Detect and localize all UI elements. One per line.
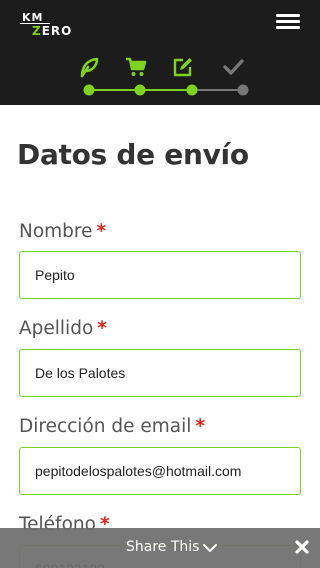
progress-step-dot bbox=[134, 84, 146, 96]
apellido-label: Apellido * bbox=[19, 318, 107, 339]
progress-step-dot bbox=[186, 84, 198, 96]
nombre-input[interactable] bbox=[19, 251, 301, 299]
menu-line bbox=[276, 20, 300, 23]
logo-zero-text: ZERO bbox=[32, 24, 73, 38]
email-input[interactable] bbox=[19, 447, 301, 495]
km-zero-logo[interactable]: KM ZERO bbox=[20, 10, 78, 42]
share-this-button[interactable]: Share This bbox=[126, 539, 199, 555]
email-label: Dirección de email * bbox=[19, 416, 206, 437]
chevron-down-icon[interactable] bbox=[202, 542, 218, 554]
menu-line bbox=[276, 26, 300, 29]
progress-step-dot bbox=[83, 84, 95, 96]
top-navbar: KM ZERO bbox=[0, 0, 320, 105]
checkout-progress-bar bbox=[83, 84, 249, 96]
apellido-input[interactable] bbox=[19, 349, 301, 397]
main-content: Datos de envío Nombre* Apellido* Direcci… bbox=[0, 105, 320, 568]
share-this-bar: Share This bbox=[0, 528, 320, 568]
progress-step-dot bbox=[237, 84, 249, 96]
close-icon[interactable] bbox=[294, 539, 310, 555]
hamburger-menu-button[interactable] bbox=[276, 13, 300, 31]
page-title: Datos de envío bbox=[17, 138, 249, 171]
checkout-steps bbox=[0, 52, 320, 102]
menu-line bbox=[276, 14, 300, 17]
nombre-label: Nombre * bbox=[19, 221, 107, 242]
